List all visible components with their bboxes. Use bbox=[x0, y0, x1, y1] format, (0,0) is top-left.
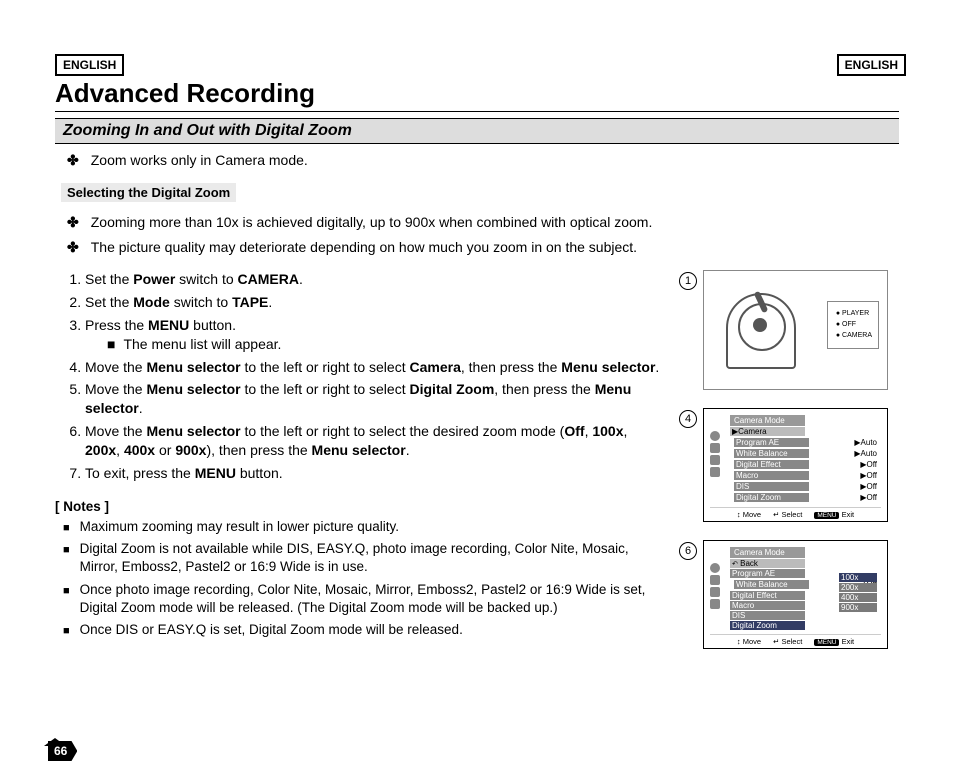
lcd-menu-6: Camera Mode ↶ Back Program AE White Bala… bbox=[703, 540, 888, 649]
step-1: Set the Power switch to CAMERA. bbox=[85, 270, 661, 289]
intro-text: Zoom works only in Camera mode. bbox=[91, 152, 308, 169]
lcd-title: Camera Mode bbox=[730, 415, 805, 426]
page-number: 66 bbox=[48, 741, 77, 761]
square-icon: ■ bbox=[107, 335, 115, 354]
bullet-icon: ✤ bbox=[67, 239, 79, 256]
lcd-title: Camera Mode bbox=[730, 547, 805, 558]
subheading: Selecting the Digital Zoom bbox=[61, 183, 236, 202]
title-rule bbox=[55, 111, 899, 112]
note-item: ■Once DIS or EASY.Q is set, Digital Zoom… bbox=[63, 621, 661, 639]
page-title: Advanced Recording bbox=[55, 78, 899, 109]
square-icon: ■ bbox=[63, 581, 70, 617]
language-tab-right: ENGLISH bbox=[837, 54, 906, 76]
figure-number: 1 bbox=[679, 272, 697, 290]
menu-category-icons bbox=[710, 431, 724, 479]
bullet-icon: ✤ bbox=[67, 152, 79, 169]
step-3-sub: ■The menu list will appear. bbox=[107, 335, 661, 354]
figure-number: 6 bbox=[679, 542, 697, 560]
power-dial-diagram: PLAYER OFF CAMERA bbox=[703, 270, 888, 390]
sub-bullet-text: The picture quality may deteriorate depe… bbox=[91, 239, 637, 256]
language-tab-left: ENGLISH bbox=[55, 54, 124, 76]
menu-category-icons bbox=[710, 563, 724, 611]
bullet-icon: ✤ bbox=[67, 214, 79, 231]
notes-heading: [ Notes ] bbox=[55, 499, 661, 514]
figure-number: 4 bbox=[679, 410, 697, 428]
mode-labels: PLAYER OFF CAMERA bbox=[827, 301, 879, 349]
figure-4: 4 Camera Mode ▶Camera Program AE▶Auto Wh… bbox=[679, 408, 899, 522]
intro-bullet: ✤ Zoom works only in Camera mode. bbox=[67, 152, 899, 169]
dial-icon bbox=[726, 293, 796, 369]
note-item: ■Digital Zoom is not available while DIS… bbox=[63, 540, 661, 576]
step-3: Press the MENU button. ■The menu list wi… bbox=[85, 316, 661, 354]
step-4: Move the Menu selector to the left or ri… bbox=[85, 358, 661, 377]
selected-menu-item: Digital Zoom bbox=[730, 621, 805, 630]
square-icon: ■ bbox=[63, 518, 70, 536]
sub-bullet-text: Zooming more than 10x is achieved digita… bbox=[91, 214, 653, 231]
note-item: ■Once photo image recording, Color Nite,… bbox=[63, 581, 661, 617]
step-2: Set the Mode switch to TAPE. bbox=[85, 293, 661, 312]
section-subtitle: Zooming In and Out with Digital Zoom bbox=[55, 118, 899, 144]
figure-1: 1 PLAYER OFF CAMERA bbox=[679, 270, 899, 390]
step-7: To exit, press the MENU button. bbox=[85, 464, 661, 483]
menu-back: ↶ Back bbox=[730, 559, 805, 568]
note-item: ■Maximum zooming may result in lower pic… bbox=[63, 518, 661, 536]
lcd-footer: ↕ Move ↵ Select MENU Exit bbox=[710, 507, 881, 519]
figure-6: 6 Camera Mode ↶ Back Program AE White Ba… bbox=[679, 540, 899, 649]
lcd-footer: ↕ Move ↵ Select MENU Exit bbox=[710, 634, 881, 646]
step-5: Move the Menu selector to the left or ri… bbox=[85, 380, 661, 418]
square-icon: ■ bbox=[63, 621, 70, 639]
step-6: Move the Menu selector to the left or ri… bbox=[85, 422, 661, 460]
steps-list: Set the Power switch to CAMERA. Set the … bbox=[85, 270, 661, 483]
sub-bullet-1: ✤ Zooming more than 10x is achieved digi… bbox=[67, 214, 899, 231]
sub-bullet-2: ✤ The picture quality may deteriorate de… bbox=[67, 239, 899, 256]
square-icon: ■ bbox=[63, 540, 70, 576]
zoom-options: 100x 200x 400x 900x bbox=[839, 573, 877, 612]
notes-list: ■Maximum zooming may result in lower pic… bbox=[63, 518, 661, 639]
menu-header: ▶Camera bbox=[730, 427, 805, 436]
lcd-menu-4: Camera Mode ▶Camera Program AE▶Auto Whit… bbox=[703, 408, 888, 522]
